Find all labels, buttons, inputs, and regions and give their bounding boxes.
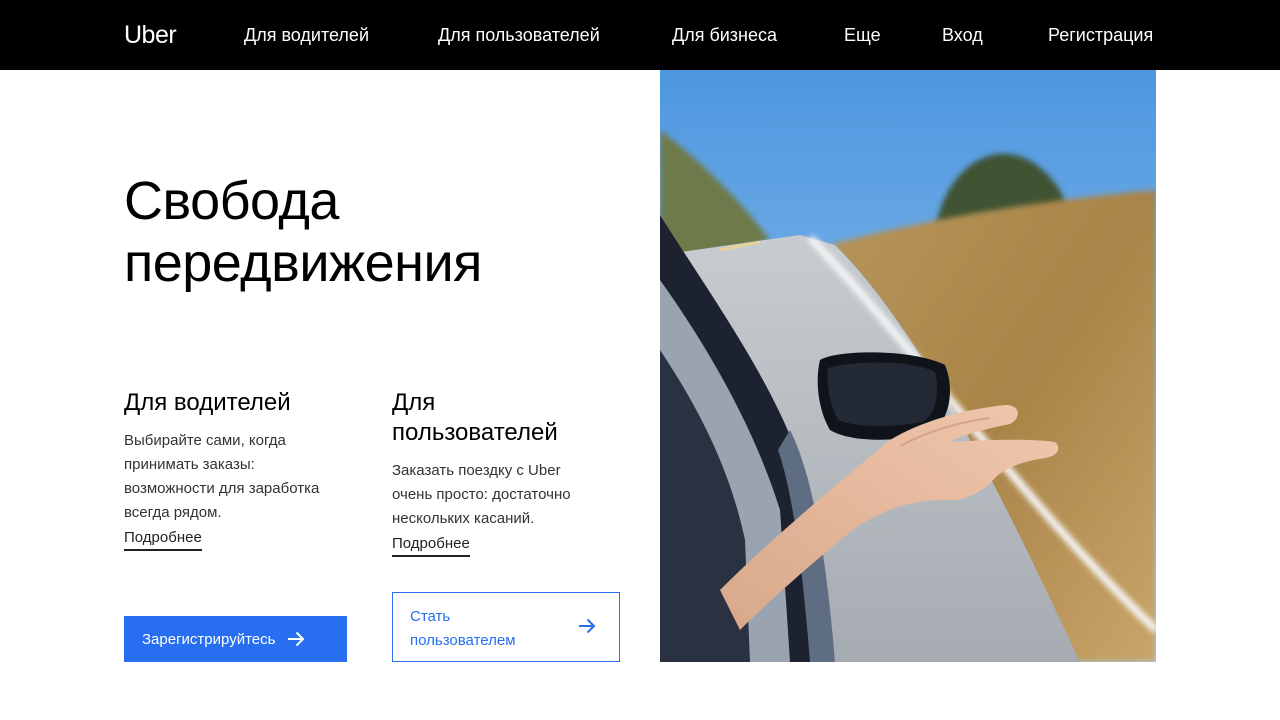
riders-description: Заказать поездку с Uber очень просто: до… [392,459,632,531]
become-rider-button[interactable]: Стать пользователем [392,592,620,662]
riders-more-link[interactable]: Подробнее [392,534,470,557]
drivers-description-line: всегда рядом. [124,504,222,521]
uber-logo[interactable]: Uber [124,20,177,50]
riders-description-line: нескольких касаний. [392,510,535,527]
nav-item-more[interactable]: Еще [844,24,881,46]
hero-title: Свобода передвижения [124,170,482,294]
nav-item-drivers[interactable]: Для водителей [244,24,369,46]
become-rider-label-line-1: Стать [410,608,451,625]
photo-illustration [660,70,1156,662]
arrow-right-icon [287,631,305,647]
nav-item-login[interactable]: Вход [942,24,983,46]
riders-title: Для пользователей [392,388,558,448]
drivers-more-link[interactable]: Подробнее [124,528,202,551]
become-rider-label-line-2: пользователем [410,632,516,649]
riders-title-line-1: Для [392,389,436,416]
top-navigation-bar: Uber Для водителей Для пользователей Для… [0,0,1280,70]
signup-driver-button[interactable]: Зарегистрируйтесь [124,616,347,662]
nav-item-signup[interactable]: Регистрация [1048,24,1153,46]
hand-out-car-window-photo [660,70,1156,662]
drivers-title: Для водителей [124,389,291,416]
riders-description-line: Заказать поездку с Uber [392,462,561,479]
become-rider-button-label: Стать пользователем [410,605,560,653]
hero-title-line-2: передвижения [124,233,482,293]
arrow-right-icon [578,618,596,639]
drivers-description: Выбирайте сами, когда принимать заказы: … [124,429,364,525]
drivers-description-line: принимать заказы: [124,456,255,473]
nav-item-riders[interactable]: Для пользователей [438,24,600,46]
nav-item-business[interactable]: Для бизнеса [672,24,777,46]
signup-driver-button-label: Зарегистрируйтесь [142,630,276,648]
riders-description-line: очень просто: достаточно [392,486,571,503]
hero-title-line-1: Свобода [124,171,339,231]
drivers-description-line: возможности для заработка [124,480,320,497]
drivers-description-line: Выбирайте сами, когда [124,432,286,449]
riders-title-line-2: пользователей [392,419,558,446]
